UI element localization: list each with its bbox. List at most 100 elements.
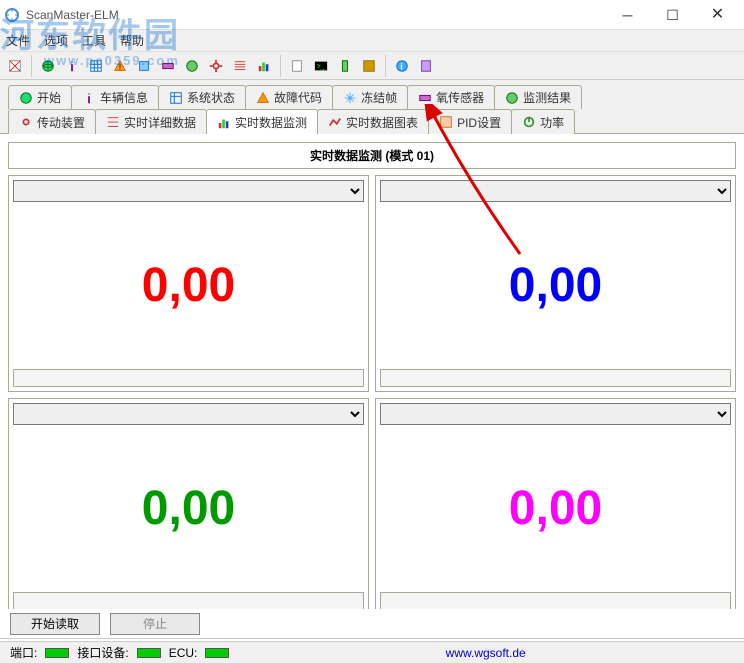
toolbar-button[interactable] [4, 55, 26, 77]
tab-氧传感器[interactable]: 氧传感器 [407, 85, 495, 109]
minimize-button[interactable]: ─ [605, 1, 650, 29]
gauge-select[interactable] [380, 403, 731, 425]
menu-options[interactable]: 选项 [44, 32, 68, 49]
gear-icon[interactable] [205, 55, 227, 77]
tab-label: 功率 [540, 114, 564, 131]
sensor-icon [418, 91, 432, 105]
tab-实时数据图表[interactable]: 实时数据图表 [317, 109, 429, 134]
gauge-bar [380, 369, 731, 387]
menu-file[interactable]: 文件 [6, 32, 30, 49]
ecu-led-icon [205, 648, 229, 658]
status-bar: 端口: 接口设备: ECU: www.wgsoft.de [0, 641, 744, 663]
page-icon[interactable] [286, 55, 308, 77]
tab-系统状态[interactable]: 系统状态 [158, 85, 246, 109]
gauge-value: 0,00 [380, 425, 731, 592]
info-icon [82, 91, 96, 105]
tab-label: 冻结帧 [361, 89, 397, 106]
tab-实时详细数据[interactable]: 实时详细数据 [95, 109, 207, 134]
gauge-bar [380, 592, 731, 610]
tab-bar: 开始 车辆信息 系统状态 故障代码 冻结帧 氧传感器 监测结果 传动装置 实时详细数据 实时数据… [0, 80, 744, 134]
tab-开始[interactable]: 开始 [8, 85, 72, 109]
battery-icon[interactable] [334, 55, 356, 77]
window-title: ScanMaster-ELM [26, 8, 605, 22]
gauge-select[interactable] [13, 403, 364, 425]
gauge-value: 0,00 [13, 425, 364, 592]
panel-title: 实时数据监测 (模式 01) [8, 142, 736, 169]
system-icon [169, 91, 183, 105]
gauge-panel-3: 0,00 [375, 398, 736, 615]
tab-车辆信息[interactable]: 车辆信息 [71, 85, 159, 109]
tab-监测结果[interactable]: 监测结果 [494, 85, 582, 109]
gauge-bar [13, 369, 364, 387]
toolbar-separator [385, 55, 386, 77]
close-button[interactable]: ✕ [695, 1, 740, 29]
monitor-icon [505, 91, 519, 105]
globe-icon[interactable] [37, 55, 59, 77]
maximize-button[interactable]: ☐ [650, 1, 695, 29]
toolbar: >_ i [0, 52, 744, 80]
tab-故障代码[interactable]: 故障代码 [245, 85, 333, 109]
warning-icon[interactable] [109, 55, 131, 77]
save-icon[interactable] [358, 55, 380, 77]
tab-实时数据监测[interactable]: 实时数据监测 [206, 109, 318, 134]
tab-label: 开始 [37, 89, 61, 106]
tab-冻结帧[interactable]: 冻结帧 [332, 85, 408, 109]
content-area: 实时数据监测 (模式 01) 0,000,000,000,00 [0, 134, 744, 624]
gauge-panel-2: 0,00 [8, 398, 369, 615]
gauge-value: 0,00 [380, 202, 731, 369]
stop-button[interactable]: 停止 [110, 613, 200, 635]
start-read-button[interactable]: 开始读取 [10, 613, 100, 635]
power-icon [522, 115, 536, 129]
list-icon [106, 115, 120, 129]
tab-PID设置[interactable]: PID设置 [428, 109, 512, 134]
list-icon[interactable] [229, 55, 251, 77]
iface-led-icon [137, 648, 161, 658]
gauge-select[interactable] [13, 180, 364, 202]
terminal-icon[interactable]: >_ [310, 55, 332, 77]
chart-icon [217, 116, 231, 130]
snow-icon [343, 91, 357, 105]
tab-label: 实时详细数据 [124, 114, 196, 131]
gauge-panel-0: 0,00 [8, 175, 369, 392]
status-iface-label: 接口设备: [77, 644, 128, 661]
freeze-icon[interactable] [133, 55, 155, 77]
tab-label: 系统状态 [187, 89, 235, 106]
infoblue-icon[interactable]: i [391, 55, 413, 77]
status-ecu-label: ECU: [169, 646, 198, 660]
tab-传动装置[interactable]: 传动装置 [8, 109, 96, 134]
globe-icon [19, 91, 33, 105]
tab-label: PID设置 [457, 114, 501, 131]
tab-label: 氧传感器 [436, 89, 484, 106]
toolbar-separator [280, 55, 281, 77]
gauge-bar [13, 592, 364, 610]
svg-text:>_: >_ [317, 63, 325, 70]
gauge-value: 0,00 [13, 202, 364, 369]
status-link[interactable]: www.wgsoft.de [237, 646, 734, 660]
gauge-panel-1: 0,00 [375, 175, 736, 392]
tab-功率[interactable]: 功率 [511, 109, 575, 134]
tab-label: 监测结果 [523, 89, 571, 106]
tab-label: 实时数据图表 [346, 114, 418, 131]
info-icon[interactable] [61, 55, 83, 77]
book-icon[interactable] [415, 55, 437, 77]
gear-icon [19, 115, 33, 129]
port-led-icon [45, 648, 69, 658]
toolbar-separator [31, 55, 32, 77]
bottom-bar: 开始读取 停止 [0, 609, 744, 639]
gauge-select[interactable] [380, 180, 731, 202]
monitor-icon[interactable] [181, 55, 203, 77]
graph-icon [328, 115, 342, 129]
svg-text:i: i [400, 61, 402, 71]
sensor-icon[interactable] [157, 55, 179, 77]
pid-icon [439, 115, 453, 129]
warning-icon [256, 91, 270, 105]
menu-help[interactable]: 帮助 [120, 32, 144, 49]
tab-label: 传动装置 [37, 114, 85, 131]
chart-icon[interactable] [253, 55, 275, 77]
tab-label: 车辆信息 [100, 89, 148, 106]
grid-icon[interactable] [85, 55, 107, 77]
app-icon [4, 7, 20, 23]
tab-label: 故障代码 [274, 89, 322, 106]
menu-tools[interactable]: 工具 [82, 32, 106, 49]
tab-label: 实时数据监测 [235, 114, 307, 131]
